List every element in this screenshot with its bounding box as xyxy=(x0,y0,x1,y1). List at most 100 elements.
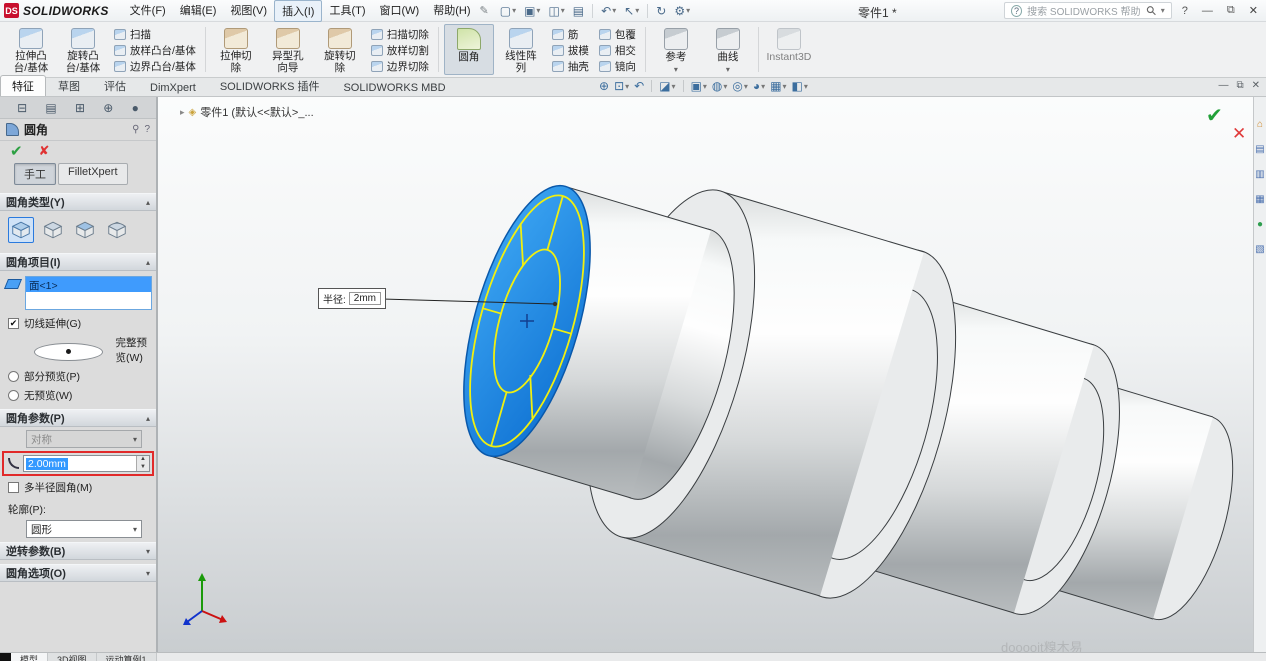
resources-home-icon[interactable]: ⌂ xyxy=(1257,119,1263,130)
new-button[interactable]: ▢▾ xyxy=(497,3,519,19)
radius-callout[interactable]: 半径: 2mm xyxy=(318,288,386,309)
view-settings-icon[interactable]: ◧▾ xyxy=(791,79,809,93)
doc-close-button[interactable]: ✕ xyxy=(1252,80,1260,91)
symmetric-dropdown[interactable]: 对称▾ xyxy=(26,430,142,448)
intersect-button[interactable]: 相交 xyxy=(595,43,640,58)
extruded-cut-button[interactable]: 拉伸切除 xyxy=(211,24,261,75)
cancel-button[interactable]: ✘ xyxy=(39,143,50,159)
variable-size-fillet-icon[interactable] xyxy=(40,217,66,243)
tab-manual[interactable]: 手工 xyxy=(14,163,56,185)
mirror-button[interactable]: 镜向 xyxy=(595,59,640,74)
full-round-fillet-icon[interactable] xyxy=(104,217,130,243)
spin-down-icon[interactable]: ▼ xyxy=(137,464,149,472)
callout-value-input[interactable]: 2mm xyxy=(349,292,381,305)
restore-button[interactable]: ⧉ xyxy=(1223,4,1239,17)
section-items-to-fillet[interactable]: 圆角项目(I)▴ xyxy=(0,253,156,271)
section-setback-parameters[interactable]: 逆转参数(B)▾ xyxy=(0,542,156,560)
tab-dimxpert[interactable]: DimXpert xyxy=(138,79,208,96)
shell-button[interactable]: 抽壳 xyxy=(548,59,593,74)
revolved-cut-button[interactable]: 旋转切除 xyxy=(315,24,365,75)
profile-dropdown[interactable]: 圆形▾ xyxy=(26,520,142,538)
tab-sketch[interactable]: 草图 xyxy=(46,75,92,96)
appearances-icon[interactable]: ● xyxy=(1257,219,1263,230)
display-style-icon[interactable]: ◍▾ xyxy=(711,79,729,93)
rebuild-button[interactable]: ↻ xyxy=(653,3,669,19)
selection-listbox[interactable]: 面<1> xyxy=(25,276,152,310)
zoom-fit-icon[interactable]: ⊕ xyxy=(598,79,610,93)
tab-motion-study[interactable]: 运动算例1 xyxy=(97,653,157,661)
full-preview-radio[interactable] xyxy=(34,343,103,361)
confirm-ok-icon[interactable]: ✔ xyxy=(1206,103,1223,128)
tab-3d-views[interactable]: 3D视图 xyxy=(48,653,97,661)
no-preview-radio[interactable] xyxy=(8,390,19,401)
constant-size-fillet-icon[interactable] xyxy=(8,217,34,243)
doc-restore-button[interactable]: ⧉ xyxy=(1236,80,1243,91)
minimize-button[interactable]: — xyxy=(1198,5,1217,17)
menu-edit[interactable]: 编辑(E) xyxy=(173,0,224,22)
radius-spinner[interactable]: ▲▼ xyxy=(136,456,149,471)
section-fillet-type[interactable]: 圆角类型(Y)▴ xyxy=(0,193,156,211)
featuremanager-tree-icon[interactable]: ⊟ xyxy=(17,101,27,115)
help-button[interactable]: ? xyxy=(1178,5,1192,17)
save-button[interactable]: ◫▾ xyxy=(545,3,567,19)
radius-input[interactable]: 2.00mm ▲▼ xyxy=(23,455,150,472)
hole-wizard-button[interactable]: 异型孔向导 xyxy=(263,24,313,75)
search-input[interactable]: 搜索 SOLIDWORKS 帮助 xyxy=(1027,3,1140,18)
extruded-boss-button[interactable]: 拉伸凸台/基体 xyxy=(6,24,56,75)
fillet-button[interactable]: 圆角 xyxy=(444,24,494,75)
instant3d-button[interactable]: Instant3D xyxy=(764,24,814,75)
confirm-cancel-icon[interactable]: ✕ xyxy=(1232,124,1246,144)
displaymanager-icon[interactable]: ● xyxy=(132,101,139,115)
apply-scene-icon[interactable]: ▦▾ xyxy=(769,79,787,93)
spin-up-icon[interactable]: ▲ xyxy=(137,456,149,464)
hide-show-items-icon[interactable]: ◎▾ xyxy=(731,79,749,93)
revolved-boss-button[interactable]: 旋转凸台/基体 xyxy=(58,24,108,75)
multi-radius-checkbox[interactable] xyxy=(8,482,19,493)
rib-button[interactable]: 筋 xyxy=(548,27,593,42)
wrap-button[interactable]: 包覆 xyxy=(595,27,640,42)
draft-button[interactable]: 拔模 xyxy=(548,43,593,58)
pin-toolbar-icon[interactable]: ✎ xyxy=(480,4,489,17)
open-button[interactable]: ▣▾ xyxy=(521,3,543,19)
configurationmanager-icon[interactable]: ⊞ xyxy=(75,101,85,115)
tab-addins[interactable]: SOLIDWORKS 插件 xyxy=(208,75,332,96)
select-button[interactable]: ↖▾ xyxy=(621,3,642,19)
tab-mbd[interactable]: SOLIDWORKS MBD xyxy=(331,79,457,96)
menu-window[interactable]: 窗口(W) xyxy=(373,0,427,22)
swept-boss-button[interactable]: 扫描 xyxy=(110,27,200,42)
custom-properties-icon[interactable]: ▧ xyxy=(1255,244,1264,255)
view-orientation-icon[interactable]: ▣▾ xyxy=(690,79,708,93)
swept-cut-button[interactable]: 扫描切除 xyxy=(367,27,433,42)
tangent-propagation-checkbox[interactable]: ✔ xyxy=(8,318,19,329)
zoom-area-icon[interactable]: ⊡▾ xyxy=(613,79,630,93)
close-button[interactable]: ✕ xyxy=(1245,4,1262,17)
linear-pattern-button[interactable]: 线性阵列 xyxy=(496,24,546,75)
breadcrumb[interactable]: ▸ ◈ 零件1 (默认<<默认>_... xyxy=(180,104,314,120)
help-search-box[interactable]: ? 搜索 SOLIDWORKS 帮助 ▾ xyxy=(1004,2,1172,19)
boundary-boss-button[interactable]: 边界凸台/基体 xyxy=(110,59,200,74)
menu-help[interactable]: 帮助(H) xyxy=(426,0,477,22)
dimxpertmanager-icon[interactable]: ⊕ xyxy=(103,101,113,115)
face-fillet-icon[interactable] xyxy=(72,217,98,243)
tab-evaluate[interactable]: 评估 xyxy=(92,75,138,96)
menu-file[interactable]: 文件(F) xyxy=(123,0,173,22)
edit-appearance-icon[interactable]: ◕▾ xyxy=(752,79,766,93)
previous-view-icon[interactable]: ↶ xyxy=(633,79,645,93)
selected-face-item[interactable]: 面<1> xyxy=(26,277,151,292)
view-palette-icon[interactable]: ▦ xyxy=(1255,194,1264,205)
tab-features[interactable]: 特征 xyxy=(0,75,46,96)
partial-preview-radio[interactable] xyxy=(8,371,19,382)
panel-help-icon[interactable]: ? xyxy=(144,124,150,135)
lofted-boss-button[interactable]: 放样凸台/基体 xyxy=(110,43,200,58)
undo-button[interactable]: ↶▾ xyxy=(598,3,619,19)
section-view-icon[interactable]: ◪▾ xyxy=(658,79,676,93)
menu-insert[interactable]: 插入(I) xyxy=(274,0,322,22)
doc-minimize-button[interactable]: — xyxy=(1218,80,1228,91)
options-button[interactable]: ⚙▾ xyxy=(671,3,693,19)
menu-tools[interactable]: 工具(T) xyxy=(322,0,372,22)
menu-view[interactable]: 视图(V) xyxy=(223,0,274,22)
print-button[interactable]: ▤ xyxy=(570,3,587,19)
keep-visible-pin-icon[interactable]: ⚲ xyxy=(132,124,139,135)
lofted-cut-button[interactable]: 放样切割 xyxy=(367,43,433,58)
section-fillet-options[interactable]: 圆角选项(O)▾ xyxy=(0,564,156,582)
